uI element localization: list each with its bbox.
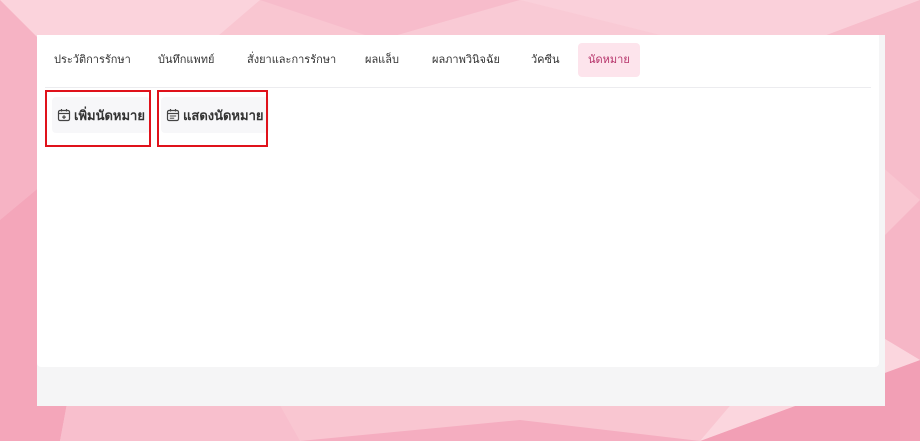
- tab-vaccines[interactable]: วัคซีน: [531, 43, 560, 77]
- content-panel: ประวัติการรักษา บันทึกแพทย์ สั่งยาและการ…: [37, 35, 879, 367]
- tab-treatment-history[interactable]: ประวัติการรักษา: [54, 43, 131, 77]
- tab-doctor-notes[interactable]: บันทึกแพทย์: [158, 43, 214, 77]
- tab-imaging[interactable]: ผลภาพวินิจฉัย: [432, 43, 500, 77]
- highlight-box-add-appointment: [45, 90, 151, 147]
- tab-bar: ประวัติการรักษา บันทึกแพทย์ สั่งยาและการ…: [45, 35, 871, 88]
- tab-appointments[interactable]: นัดหมาย: [578, 43, 640, 77]
- highlight-box-show-appointments: [157, 90, 268, 147]
- tab-orders[interactable]: สั่งยาและการรักษา: [247, 43, 336, 77]
- tab-lab-results[interactable]: ผลแล็บ: [365, 43, 399, 77]
